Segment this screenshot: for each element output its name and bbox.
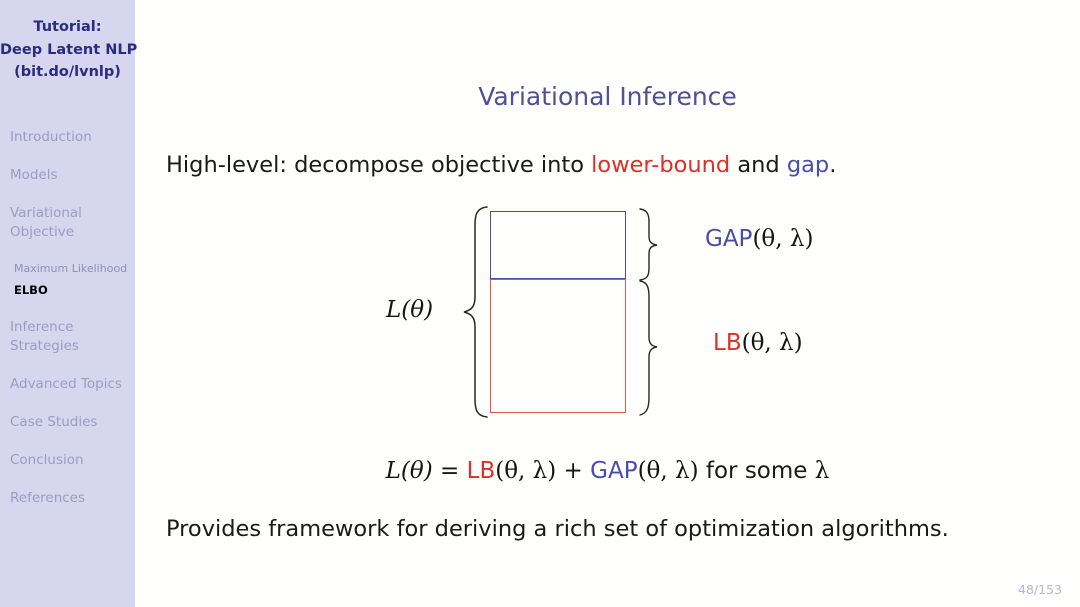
right-brace-gap-icon [639,208,658,281]
sidebar-title-line-3: (bit.do/lvnlp) [14,64,121,80]
sidebar-title-line-2: Deep Latent NLP [0,41,138,58]
sidebar-item-label: Advanced Topics [10,376,122,392]
sidebar-item-label: ELBO [14,283,48,297]
sidebar-item-case-studies[interactable]: Case Studies [0,413,135,432]
gap-label-args: (θ, λ) [752,226,814,252]
equation-gap: GAP [590,458,638,484]
equation-lb: LB [466,458,496,484]
lower-bound-rectangle [490,279,626,413]
equation-plus: + [556,458,591,484]
sidebar-item-label: Models [10,167,58,183]
sidebar-item-label: Introduction [10,129,92,145]
sidebar-item-advanced-topics[interactable]: Advanced Topics [0,375,135,394]
sidebar-item-inference-strategies[interactable]: Inference Strategies [0,318,135,356]
right-brace-lb-icon [639,280,658,416]
sidebar-item-label-line-1: Inference [10,319,74,335]
lb-label-args: (θ, λ) [741,330,803,356]
sidebar-item-introduction[interactable]: Introduction [0,128,135,147]
equation-lambda: λ [814,458,830,484]
slide: Tutorial: Deep Latent NLP (bit.do/lvnlp)… [0,0,1080,607]
sidebar-item-models[interactable]: Models [0,166,135,185]
sidebar: Tutorial: Deep Latent NLP (bit.do/lvnlp)… [0,0,138,607]
equation-equals: = [432,458,467,484]
sidebar-item-variational-objective[interactable]: Variational Objective [0,204,135,242]
equation-lb-args: (θ, λ) [495,458,557,484]
sidebar-item-conclusion[interactable]: Conclusion [0,451,135,470]
decomposition-equation: L(θ) = LB(θ, λ) + GAP(θ, λ) for some λ [135,458,1080,484]
gap-rectangle [490,211,626,279]
sidebar-item-label: Case Studies [10,414,98,430]
l-theta-text: L(θ) [386,297,434,323]
slide-content: Variational Inference High-level: decomp… [135,0,1080,607]
sidebar-item-label: References [10,490,86,506]
left-brace-icon [463,206,488,418]
sidebar-title: Tutorial: Deep Latent NLP (bit.do/lvnlp) [0,16,138,84]
sidebar-nav: Introduction Models Variational Objectiv… [0,128,135,527]
lb-label-name: LB [713,330,742,356]
equation-tail: for some [698,458,815,484]
lower-bound-label: LB(θ, λ) [713,330,803,356]
sidebar-item-maximum-likelihood[interactable]: Maximum Likelihood [0,261,135,277]
sidebar-item-references[interactable]: References [0,489,135,508]
sidebar-title-line-1: Tutorial: [33,19,102,35]
sidebar-item-elbo[interactable]: ELBO [0,282,135,298]
sidebar-item-label-line-2: Strategies [10,338,79,354]
l-theta-label: L(θ) [386,297,433,323]
sidebar-item-label-line-1: Variational [10,205,82,221]
provides-statement: Provides framework for deriving a rich s… [166,516,949,542]
gap-label: GAP(θ, λ) [705,226,813,252]
sidebar-item-label-line-2: Objective [10,224,75,240]
equation-gap-args: (θ, λ) [637,458,699,484]
page-number: 48/153 [1018,582,1062,597]
sidebar-item-label: Conclusion [10,452,84,468]
gap-label-name: GAP [705,226,753,252]
equation-lhs: L(θ) [385,458,433,484]
sidebar-item-label: Maximum Likelihood [14,262,128,275]
